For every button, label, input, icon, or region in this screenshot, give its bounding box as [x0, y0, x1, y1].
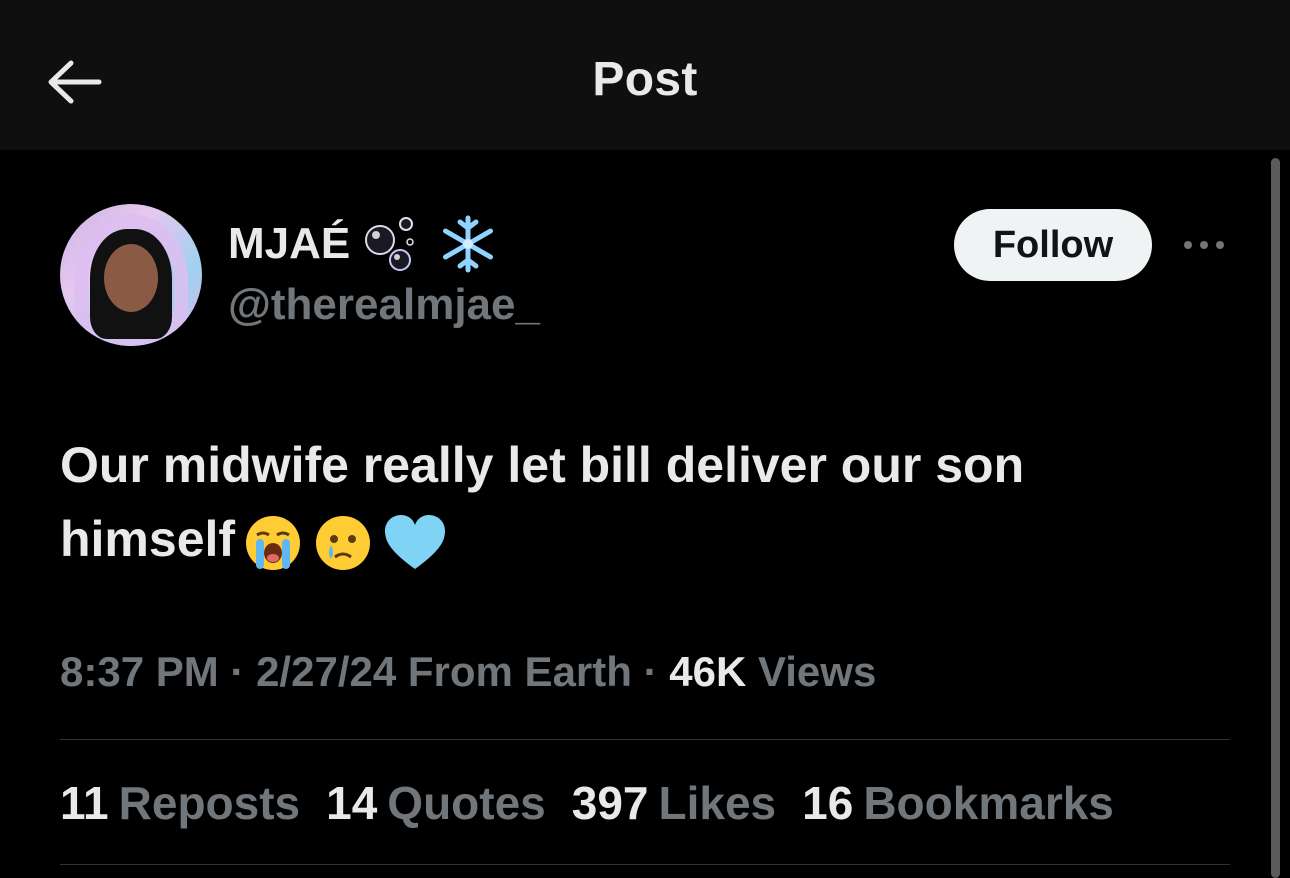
face-holding-back-tears-icon: [316, 515, 371, 570]
likes-stat[interactable]: 397 Likes: [572, 776, 776, 830]
scrollbar[interactable]: [1271, 158, 1280, 878]
avatar[interactable]: [60, 204, 202, 346]
bookmarks-stat[interactable]: 16 Bookmarks: [802, 776, 1114, 830]
views-count: 46K: [669, 648, 747, 695]
light-blue-heart-icon: [385, 514, 446, 569]
engagement-stats: 11 Reposts 14 Quotes 397 Likes 16 Bookmarks: [60, 776, 1114, 830]
snowflake-emoji-icon: [443, 215, 494, 273]
post-source: From Earth: [407, 648, 632, 695]
tweet-text-line: himself: [60, 502, 1210, 576]
loudly-crying-face-icon: [246, 515, 301, 570]
views-label: Views: [758, 648, 877, 695]
post-time[interactable]: 8:37 PM: [60, 648, 219, 695]
divider: [60, 739, 1230, 740]
post-meta: 8:37 PM · 2/27/24 From Earth · 46K Views: [60, 648, 876, 696]
author-name-row[interactable]: MJAÉ: [228, 214, 498, 274]
post-date[interactable]: 2/27/24: [256, 648, 396, 695]
tweet-text: Our midwife really let bill deliver our …: [60, 428, 1210, 576]
follow-button[interactable]: Follow: [954, 209, 1152, 281]
separator: ·: [643, 648, 658, 695]
quotes-stat[interactable]: 14 Quotes: [326, 776, 546, 830]
display-name: MJAÉ: [228, 219, 351, 268]
page-title: Post: [592, 53, 698, 106]
top-bar: Post: [0, 0, 1290, 150]
more-options-button[interactable]: [1178, 226, 1230, 264]
bubbles-emoji-icon: [365, 217, 414, 271]
reposts-stat[interactable]: 11 Reposts: [60, 776, 300, 830]
tweet-text-line: Our midwife really let bill deliver our …: [60, 437, 1025, 493]
divider: [60, 864, 1230, 865]
more-horizontal-icon: [1184, 241, 1224, 249]
separator: ·: [230, 648, 245, 695]
author-handle[interactable]: @therealmjae_: [228, 280, 540, 330]
